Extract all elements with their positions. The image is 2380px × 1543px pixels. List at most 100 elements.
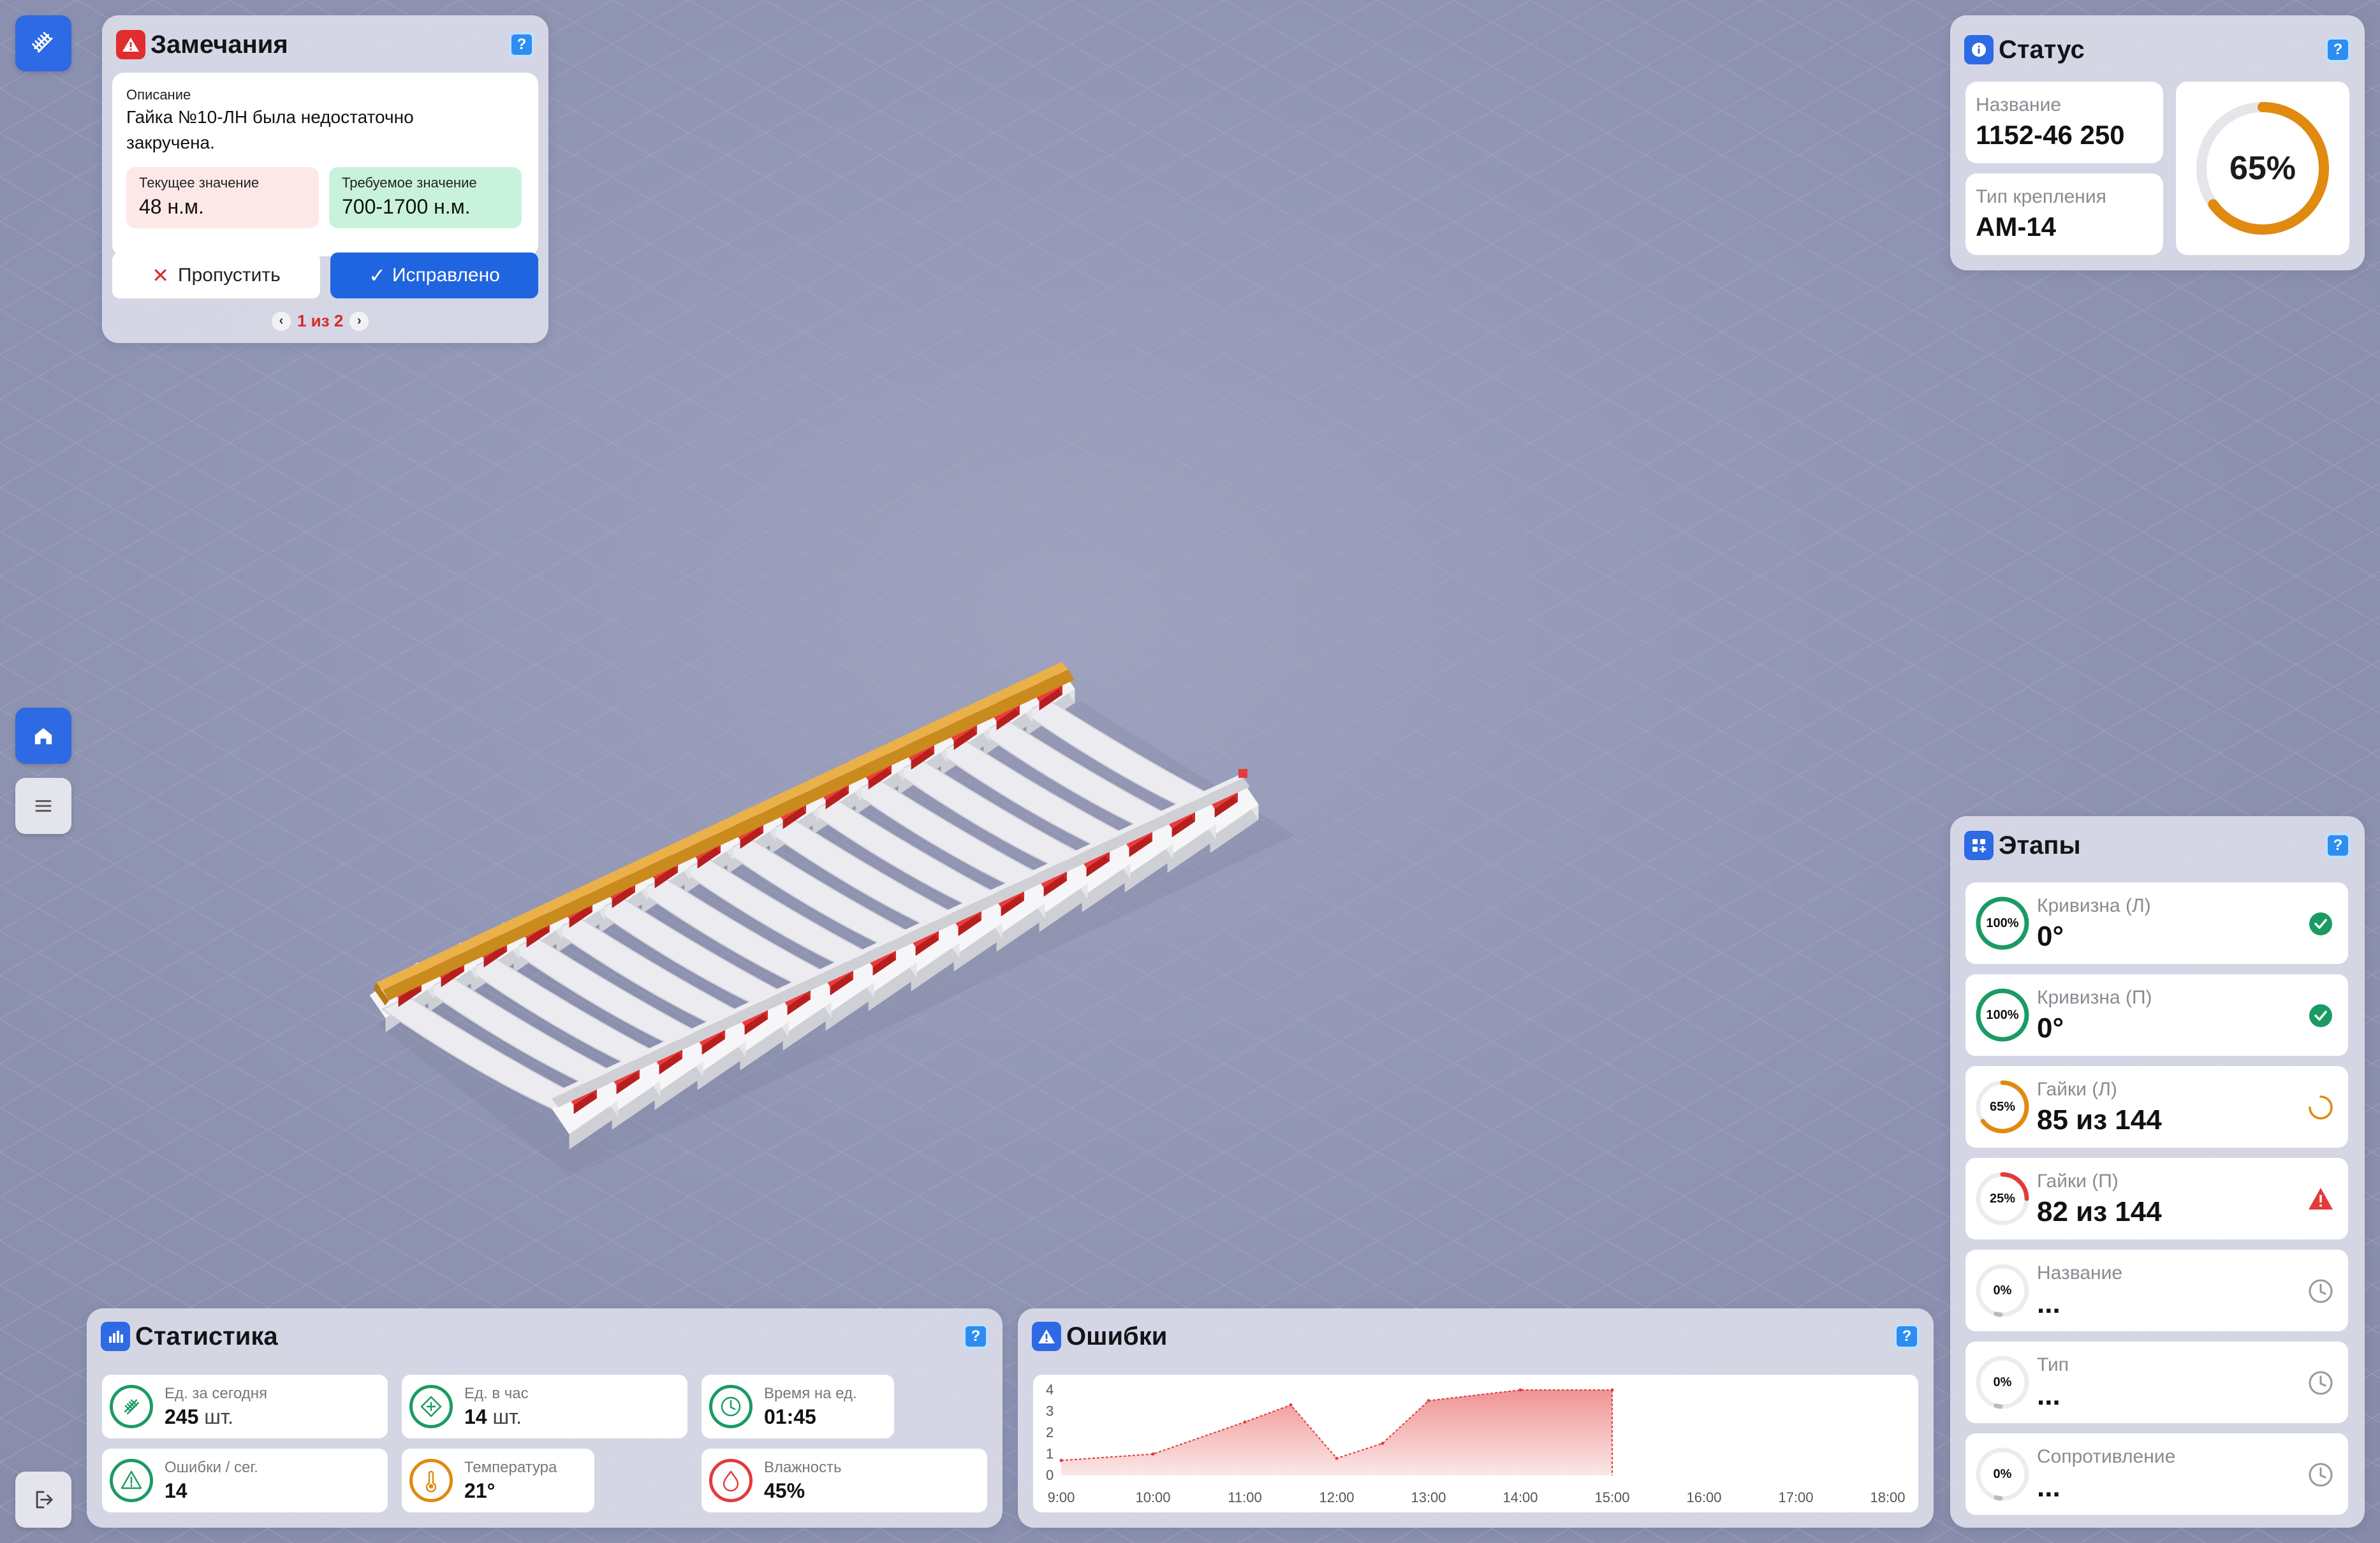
stat-card: Влажность 45% — [702, 1449, 987, 1512]
check-circle-icon — [2309, 912, 2332, 935]
stage-value: 82 из 144 — [2037, 1196, 2162, 1227]
errors-header: Ошибки ? — [1032, 1319, 1920, 1354]
required-value: 700-1700 н.м. — [342, 195, 471, 218]
stage-percent: 25% — [1989, 1191, 2016, 1206]
chevron-left-icon[interactable]: ‹ — [272, 311, 291, 331]
logout-icon — [36, 1491, 53, 1509]
stage-value: ... — [2037, 1288, 2060, 1319]
skip-label: Пропустить — [178, 265, 281, 286]
fixed-button[interactable]: ✓ Исправлено — [330, 252, 538, 298]
stage-item[interactable]: 100% Кривизна (П) 0° — [1965, 974, 2348, 1056]
statistics-header: Статистика ? — [101, 1319, 988, 1354]
help-icon[interactable]: ? — [963, 1324, 988, 1349]
stat-card: Ошибки / сег. 14 — [102, 1449, 388, 1512]
chevron-right-icon[interactable]: › — [349, 311, 369, 331]
error-area — [1061, 1390, 1612, 1475]
apps-icon — [1964, 831, 1994, 860]
fixed-label: Исправлено — [392, 265, 500, 286]
name-card: Название 1152-46 250 — [1965, 82, 2163, 163]
remarks-pager: ‹ 1 из 2 › — [272, 311, 369, 331]
stage-label: Гайки (П) — [2037, 1171, 2119, 1192]
stat-label: Время на ед. — [764, 1385, 857, 1402]
x-tick-label: 16:00 — [1686, 1489, 1721, 1505]
remark-card: Описание Гайка №10-ЛН была недостаточно … — [112, 73, 538, 256]
x-tick-label: 18:00 — [1870, 1489, 1905, 1505]
remarks-panel: Замечания ? Описание Гайка №10-ЛН была н… — [102, 15, 548, 343]
stage-item[interactable]: 0% Тип... — [1965, 1342, 2348, 1423]
error-point — [1289, 1403, 1293, 1407]
nav-home-button[interactable] — [15, 708, 71, 764]
help-icon[interactable]: ? — [2325, 37, 2351, 62]
error-point — [1059, 1459, 1063, 1463]
logout-button[interactable] — [15, 1472, 71, 1528]
current-value-label: Текущее значение — [139, 175, 260, 191]
error-point — [1151, 1452, 1155, 1456]
x-tick-label: 13:00 — [1411, 1489, 1446, 1505]
stat-card: Время на ед. 01:45 — [702, 1375, 894, 1438]
stage-label: Кривизна (П) — [2037, 987, 2152, 1008]
rail-end-marker — [1238, 769, 1247, 778]
stat-label: Ошибки / сег. — [165, 1459, 258, 1476]
status-header: Статус ? — [1964, 32, 2351, 68]
thermometer-icon — [409, 1459, 453, 1502]
clock-icon — [2309, 1279, 2333, 1303]
stage-percent: 0% — [1993, 1375, 2012, 1389]
stages-header: Этапы ? — [1964, 828, 2351, 863]
stage-item[interactable]: 100% Кривизна (Л) 0° — [1965, 882, 2348, 964]
stage-item[interactable]: 65% Гайки (Л) 85 из 144 — [1965, 1066, 2348, 1148]
errors-title: Ошибки — [1066, 1322, 1168, 1350]
warning-icon — [110, 1459, 153, 1502]
description-text: Гайка №10-ЛН была недостаточно закручена… — [126, 107, 414, 152]
x-tick-label: 14:00 — [1502, 1489, 1538, 1505]
stat-value: 245 — [165, 1405, 199, 1428]
stage-value: ... — [2037, 1380, 2060, 1411]
drop-icon — [709, 1459, 753, 1502]
warning-icon — [2309, 1188, 2333, 1210]
stage-label: Тип — [2037, 1354, 2069, 1375]
nav-menu-button[interactable] — [15, 778, 71, 834]
x-tick-label: 15:00 — [1594, 1489, 1629, 1505]
stat-value: 01:45 — [764, 1405, 816, 1428]
stage-value: 0° — [2037, 1013, 2064, 1044]
errors-chart[interactable]: 0 1 2 3 4 9:00 10:00 11:00 12:00 13:00 14:00 15:00 1… — [1033, 1375, 1918, 1512]
stat-value-row: 14 шт. — [464, 1405, 522, 1429]
y-tick-label: 3 — [1046, 1403, 1054, 1419]
error-point — [1243, 1420, 1247, 1424]
stat-label: Температура — [464, 1459, 557, 1476]
help-icon[interactable]: ? — [509, 32, 534, 57]
crosshair-icon — [409, 1385, 453, 1428]
stat-value: 45% — [764, 1479, 805, 1502]
x-tick-label: 10:00 — [1135, 1489, 1170, 1505]
error-point — [1610, 1388, 1614, 1392]
menu-icon — [35, 800, 52, 812]
stage-label: Гайки (Л) — [2037, 1079, 2117, 1100]
stage-item[interactable]: 0% Сопротивление... — [1965, 1433, 2348, 1515]
bar-chart-icon — [101, 1322, 130, 1351]
name-label: Название — [1976, 94, 2062, 115]
stat-value-row: 21° — [464, 1479, 495, 1503]
stage-item[interactable]: 0% Название... — [1965, 1250, 2348, 1331]
current-value-box: Текущее значение 48 н.м. — [126, 167, 319, 228]
progress-card: 65% — [2176, 82, 2349, 255]
status-panel: Статус ? Название 1152-46 250 Тип крепле… — [1950, 15, 2365, 270]
stage-item[interactable]: 25% Гайки (П) 82 из 144 — [1965, 1158, 2348, 1240]
track-icon — [32, 32, 53, 53]
stage-label: Сопротивление — [2037, 1446, 2176, 1467]
stage-value: 85 из 144 — [2037, 1104, 2162, 1136]
skip-button[interactable]: ✕ Пропустить — [112, 252, 320, 298]
stage-label: Кривизна (Л) — [2037, 895, 2151, 916]
stat-card: Температура 21° — [402, 1449, 594, 1512]
stage-percent: 0% — [1993, 1466, 2012, 1481]
y-tick-label: 0 — [1046, 1467, 1054, 1483]
help-icon[interactable]: ? — [1894, 1324, 1920, 1349]
remarks-header: Замечания ? — [116, 27, 534, 62]
help-icon[interactable]: ? — [2325, 833, 2351, 858]
stat-unit: шт. — [487, 1405, 522, 1428]
y-tick-label: 2 — [1046, 1424, 1054, 1440]
stat-value-row: 14 — [165, 1479, 187, 1503]
logo-button[interactable] — [15, 15, 71, 71]
error-point — [1335, 1456, 1339, 1460]
stage-percent: 65% — [1989, 1099, 2016, 1114]
required-value-label: Требуемое значение — [342, 175, 477, 191]
x-tick-label: 11:00 — [1228, 1489, 1261, 1505]
